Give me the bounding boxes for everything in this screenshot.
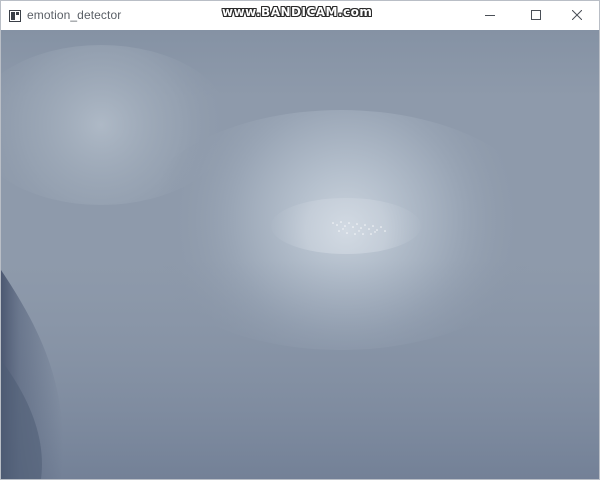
recorder-watermark: www.BANDICAM.com [222, 5, 373, 19]
app-icon [9, 9, 21, 22]
maximize-button[interactable] [513, 1, 559, 30]
close-icon [571, 7, 583, 25]
window-title: emotion_detector [27, 8, 122, 22]
minimize-button[interactable] [467, 1, 513, 30]
maximize-icon [531, 7, 541, 25]
camera-feed [1, 30, 599, 479]
minimize-icon [485, 7, 495, 25]
close-button[interactable] [554, 1, 600, 30]
app-window: emotion_detector www.BANDICAM.com [0, 0, 600, 480]
camera-frame [1, 30, 599, 479]
title-bar[interactable]: emotion_detector www.BANDICAM.com [1, 1, 599, 30]
